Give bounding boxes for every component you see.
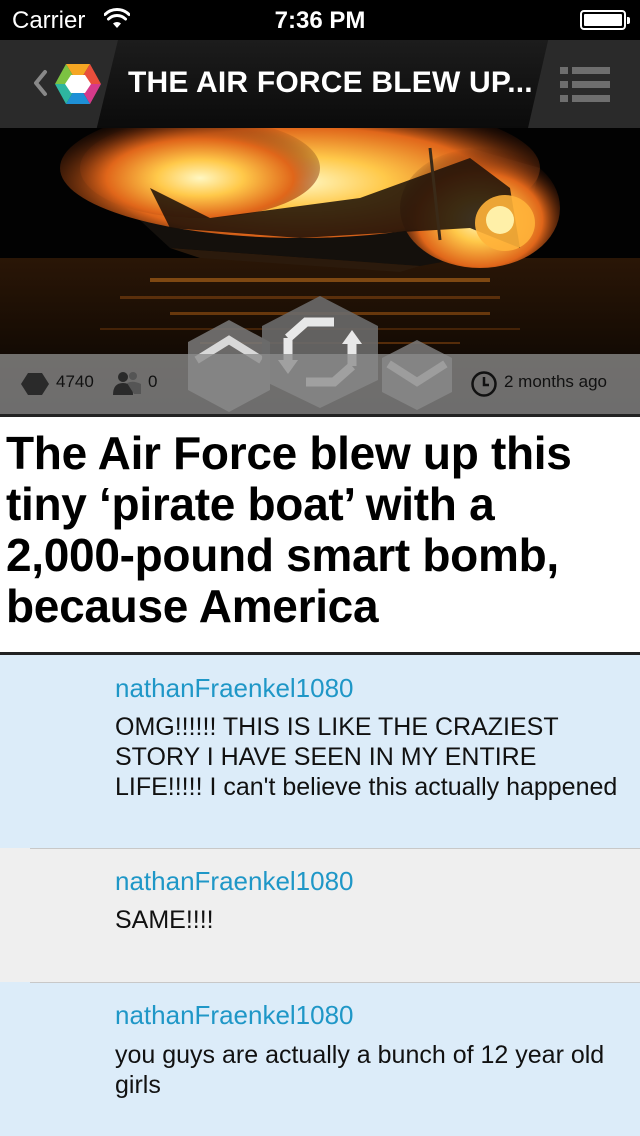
followers-count: 0 — [148, 372, 158, 391]
hexagon-logo-icon — [55, 64, 101, 104]
divider — [30, 848, 640, 849]
clock-icon — [471, 371, 497, 397]
hexagon-votes-icon — [21, 373, 49, 395]
article-meta-bar: 4740 0 2 months ago — [0, 354, 640, 414]
comment-body: OMG!!!!!! THIS IS LIKE THE CRAZIEST STOR… — [115, 713, 618, 801]
comment-author-link[interactable]: nathanFraenkel1080 — [115, 673, 354, 704]
nav-bar: THE AIR FORCE BLEW UP... — [0, 40, 640, 128]
battery-icon — [580, 10, 630, 30]
vote-count: 4740 — [56, 372, 94, 391]
divider — [30, 982, 640, 983]
time-ago: 2 months ago — [504, 372, 608, 391]
comment-body: SAME!!!! — [115, 906, 214, 934]
followers-icon — [113, 372, 141, 395]
article-hero[interactable]: 4740 0 2 months ago — [0, 128, 640, 414]
clock-time: 7:36 PM — [274, 7, 366, 34]
comment-item: nathanFraenkel1080 you guys are actually… — [0, 982, 640, 1136]
menu-button[interactable] — [528, 40, 640, 128]
comment-author-link[interactable]: nathanFraenkel1080 — [115, 1000, 354, 1031]
article-headline: The Air Force blew up this tiny ‘pirate … — [6, 427, 572, 632]
comment-item: nathanFraenkel1080 OMG!!!!!! THIS IS LIK… — [0, 655, 640, 848]
status-bar: Carrier 7:36 PM — [0, 0, 640, 40]
back-button[interactable] — [0, 40, 118, 128]
comment-body: you guys are actually a bunch of 12 year… — [115, 1041, 605, 1099]
page-title: THE AIR FORCE BLEW UP... — [128, 66, 533, 99]
divider — [0, 414, 640, 417]
comment-author-link[interactable]: nathanFraenkel1080 — [115, 866, 354, 897]
list-menu-icon — [560, 67, 610, 102]
chevron-left-icon — [34, 70, 47, 96]
comment-item: nathanFraenkel1080 SAME!!!! — [0, 848, 640, 982]
